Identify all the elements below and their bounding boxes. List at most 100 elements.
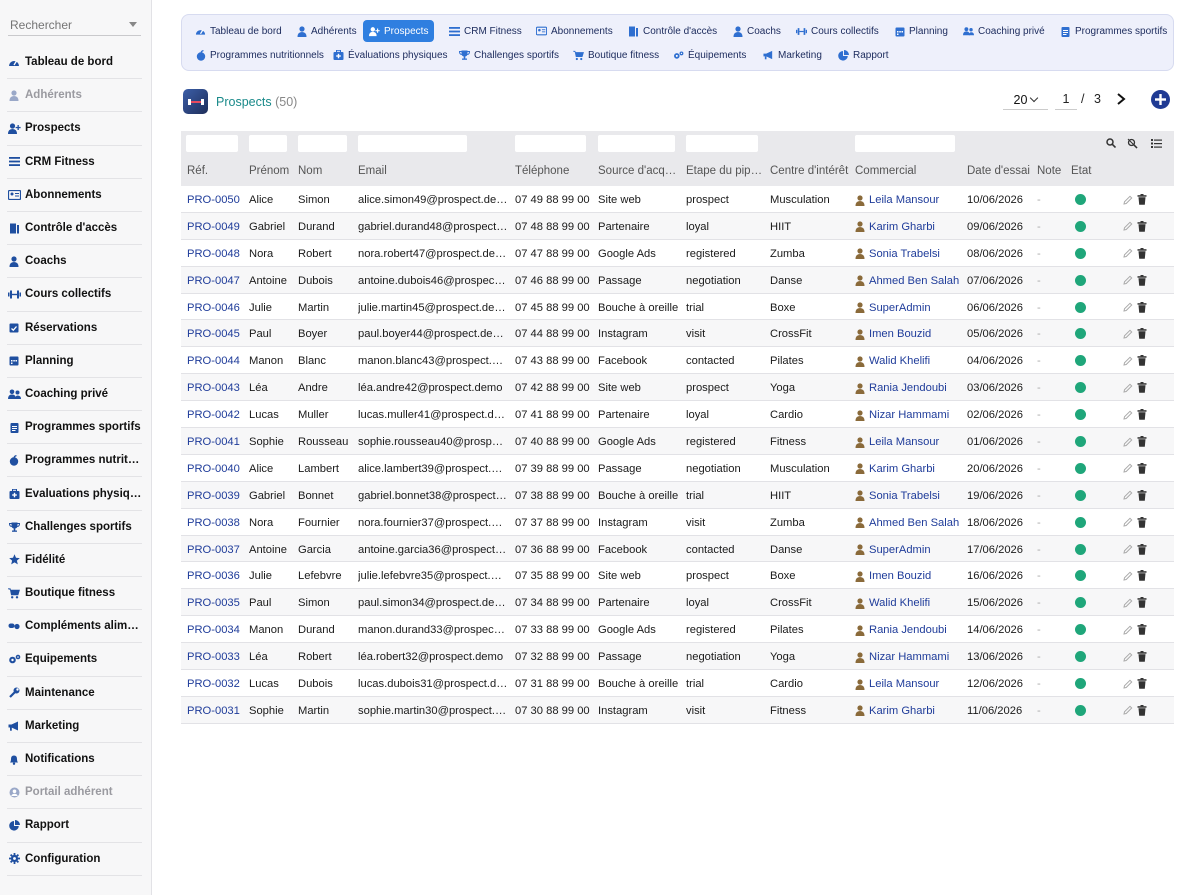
cell-commercial[interactable]: Leila Mansour <box>855 436 963 448</box>
sidebar-item-crm-fitness[interactable]: CRM Fitness <box>7 146 142 179</box>
cell-ref[interactable]: PRO-0045 <box>187 328 243 340</box>
sidebar-search[interactable] <box>8 14 141 36</box>
trash-icon[interactable] <box>1137 597 1147 609</box>
column-header-prenom[interactable]: Prénom <box>249 165 294 177</box>
table-row[interactable]: PRO-0040 Alice Lambert alice.lambert39@pros… <box>181 455 1174 482</box>
cell-commercial[interactable]: Nizar Hammami <box>855 651 963 663</box>
trash-icon[interactable] <box>1137 382 1147 394</box>
edit-icon[interactable] <box>1123 624 1133 635</box>
tab-challenges-sportifs[interactable]: Challenges sportifs <box>453 44 565 66</box>
tab-planning[interactable]: Planning <box>888 20 954 42</box>
edit-icon[interactable] <box>1123 248 1133 259</box>
sidebar-item-programmes-nutritionnels[interactable]: Programmes nutritionnels <box>7 444 142 478</box>
cell-commercial[interactable]: Karim Gharbi <box>855 463 963 475</box>
cell-commercial[interactable]: Walid Khelifi <box>855 355 963 367</box>
sidebar-item-portail-adherent[interactable]: Portail adhérent <box>7 776 142 810</box>
trash-icon[interactable] <box>1137 704 1147 716</box>
trash-icon[interactable] <box>1137 624 1147 636</box>
column-header-date-d-essai[interactable]: Date d'essai <box>967 165 1032 177</box>
column-header-ref[interactable]: Réf. <box>187 165 243 177</box>
edit-icon[interactable] <box>1123 436 1133 447</box>
cell-ref[interactable]: PRO-0048 <box>187 248 243 260</box>
cell-ref[interactable]: PRO-0042 <box>187 409 243 421</box>
tab-programmes-sportifs[interactable]: Programmes sportifs <box>1054 20 1173 42</box>
sidebar-item-challenges-sportifs[interactable]: Challenges sportifs <box>7 511 142 544</box>
search-icon[interactable] <box>1105 137 1117 149</box>
column-filter-input[interactable] <box>598 135 675 152</box>
trash-icon[interactable] <box>1137 489 1147 501</box>
column-header-note[interactable]: Note <box>1037 165 1067 177</box>
sidebar-item-configuration[interactable]: Configuration <box>7 843 142 876</box>
table-row[interactable]: PRO-0048 Nora Robert nora.robert47@prospect… <box>181 240 1174 267</box>
trash-icon[interactable] <box>1137 247 1147 259</box>
sidebar-item-coachs[interactable]: Coachs <box>7 245 142 279</box>
tab-equipements[interactable]: Équipements <box>667 44 752 66</box>
column-filter-input[interactable] <box>186 135 238 152</box>
table-row[interactable]: PRO-0034 Manon Durand manon.durand33@prospe… <box>181 616 1174 644</box>
cell-commercial[interactable]: Karim Gharbi <box>855 705 963 717</box>
add-prospect-button[interactable] <box>1151 90 1170 109</box>
tab-cours-collectifs[interactable]: Cours collectifs <box>790 20 885 42</box>
sidebar-item-cours-collectifs[interactable]: Cours collectifs <box>7 278 142 312</box>
cell-ref[interactable]: PRO-0035 <box>187 597 243 609</box>
edit-icon[interactable] <box>1123 651 1133 662</box>
table-row[interactable]: PRO-0041 Sophie Rousseau sophie.rousseau40@… <box>181 428 1174 455</box>
column-header-source-d-acquisition[interactable]: Source d'acquisition <box>598 165 680 177</box>
column-header-etat[interactable]: État <box>1071 165 1101 177</box>
column-filter-input[interactable] <box>358 135 467 152</box>
cell-ref[interactable]: PRO-0036 <box>187 570 243 582</box>
tab-controle-d-acces[interactable]: Contrôle d'accès <box>622 20 723 42</box>
trash-icon[interactable] <box>1137 220 1147 232</box>
column-filter-input[interactable] <box>249 135 287 152</box>
cell-ref[interactable]: PRO-0033 <box>187 651 243 663</box>
column-filter-input[interactable] <box>298 135 347 152</box>
cell-ref[interactable]: PRO-0047 <box>187 275 243 287</box>
edit-icon[interactable] <box>1123 382 1133 393</box>
cell-commercial[interactable]: Rania Jendoubi <box>855 624 963 636</box>
table-row[interactable]: PRO-0038 Nora Fournier nora.fournier37@pros… <box>181 509 1174 536</box>
cell-ref[interactable]: PRO-0043 <box>187 382 243 394</box>
cell-ref[interactable]: PRO-0039 <box>187 490 243 502</box>
edit-icon[interactable] <box>1123 355 1133 366</box>
cell-ref[interactable]: PRO-0040 <box>187 463 243 475</box>
sidebar-item-boutique-fitness[interactable]: Boutique fitness <box>7 577 142 611</box>
tab-rapport[interactable]: Rapport <box>832 44 895 66</box>
cell-commercial[interactable]: Ahmed Ben Salah <box>855 275 963 287</box>
cell-commercial[interactable]: Leila Mansour <box>855 678 963 690</box>
tab-tableau-de-bord[interactable]: Tableau de bord <box>189 20 288 42</box>
cell-ref[interactable]: PRO-0032 <box>187 678 243 690</box>
edit-icon[interactable] <box>1123 597 1133 608</box>
trash-icon[interactable] <box>1137 651 1147 662</box>
cell-ref[interactable]: PRO-0050 <box>187 194 243 206</box>
edit-icon[interactable] <box>1123 705 1133 716</box>
sidebar-item-planning[interactable]: Planning <box>7 345 142 378</box>
tab-programmes-nutritionnels[interactable]: Programmes nutritionnels <box>189 44 330 66</box>
table-row[interactable]: PRO-0037 Antoine Garcia antoine.garcia36@pr… <box>181 535 1174 563</box>
tab-marketing[interactable]: Marketing <box>757 44 828 66</box>
edit-icon[interactable] <box>1123 221 1133 232</box>
sidebar-item-reservations[interactable]: Réservations <box>7 312 142 345</box>
sidebar-item-evaluations-physiques[interactable]: Évaluations physiques <box>7 477 142 511</box>
column-header-telephone[interactable]: Téléphone <box>515 165 593 177</box>
table-row[interactable]: PRO-0049 Gabriel Durand gabriel.durand48@pr… <box>181 212 1174 240</box>
edit-icon[interactable] <box>1123 570 1133 581</box>
column-header-etape-du-pipeline[interactable]: Étape du pipeline <box>686 165 766 177</box>
column-header-centre-d-interet[interactable]: Centre d'intérêt <box>770 165 852 177</box>
tab-evaluations-physiques[interactable]: Évaluations physiques <box>327 44 454 66</box>
table-row[interactable]: PRO-0043 Léa Andre léa.andre42@prospect.dem… <box>181 374 1174 402</box>
table-row[interactable]: PRO-0046 Julie Martin julie.martin45@prospe… <box>181 294 1174 321</box>
cell-ref[interactable]: PRO-0038 <box>187 517 243 529</box>
chevron-down-icon[interactable] <box>129 22 137 27</box>
sidebar-item-programmes-sportifs[interactable]: Programmes sportifs <box>7 411 142 445</box>
clear-search-icon[interactable] <box>1126 137 1138 149</box>
cell-commercial[interactable]: Imen Bouzid <box>855 570 963 582</box>
cell-ref[interactable]: PRO-0037 <box>187 544 243 556</box>
trash-icon[interactable] <box>1137 570 1147 582</box>
column-filter-input[interactable] <box>515 135 586 152</box>
table-row[interactable]: PRO-0036 Julie Lefebvre julie.lefebvre35@pr… <box>181 562 1174 590</box>
table-row[interactable]: PRO-0039 Gabriel Bonnet gabriel.bonnet38@pr… <box>181 481 1174 509</box>
sidebar-item-abonnements[interactable]: Abonnements <box>7 179 142 212</box>
sidebar-item-notifications[interactable]: Notifications <box>7 743 142 777</box>
cell-commercial[interactable]: Sonia Trabelsi <box>855 490 963 502</box>
table-row[interactable]: PRO-0032 Lucas Dubois lucas.dubois31@prospe… <box>181 670 1174 697</box>
